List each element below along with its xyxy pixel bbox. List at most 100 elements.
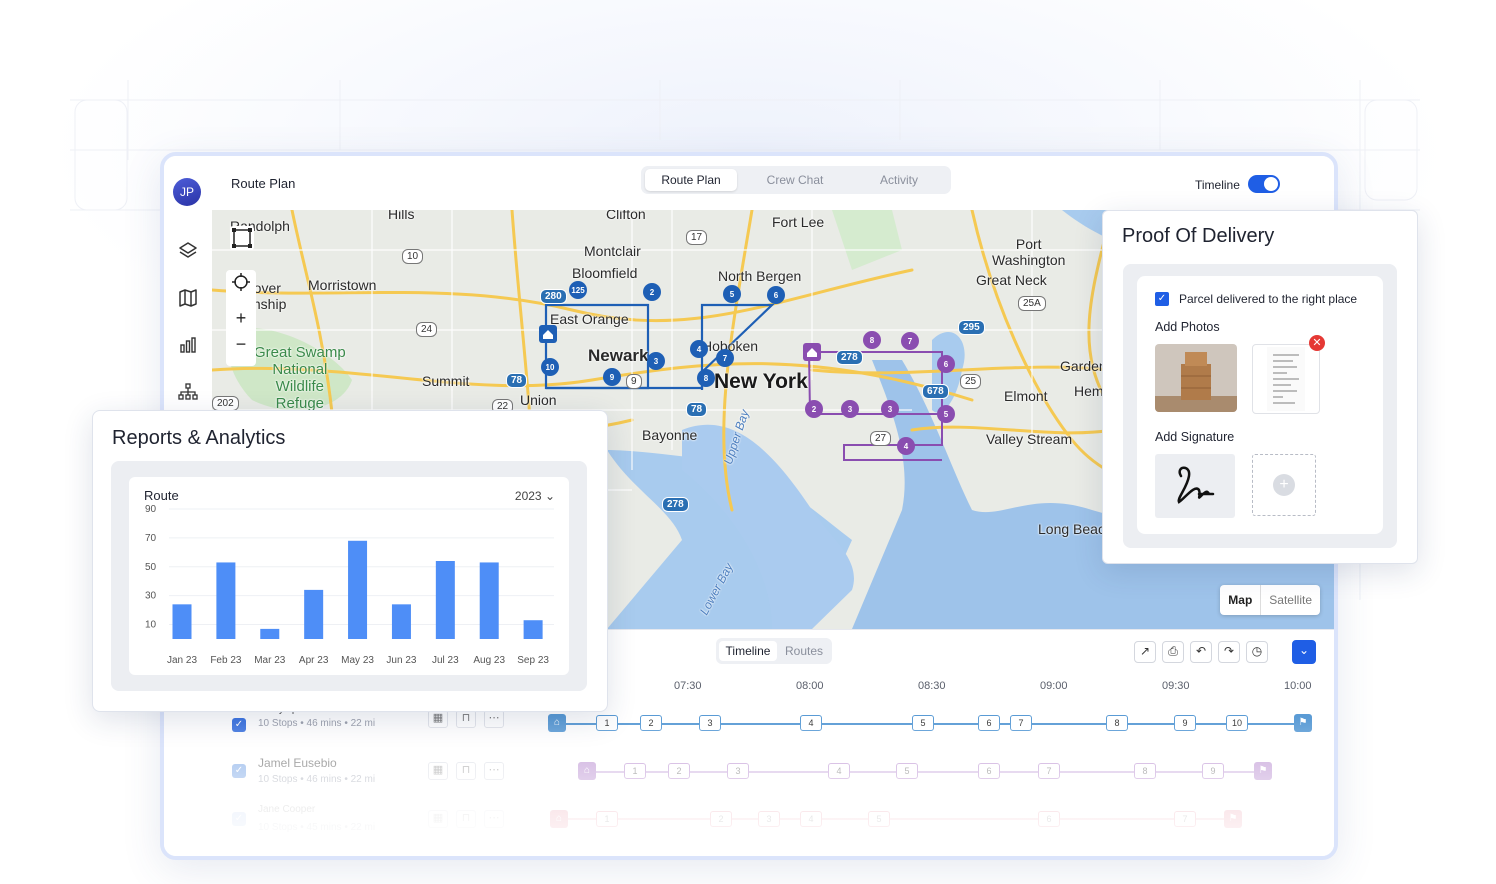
top-bar: Route Plan Route Plan Crew Chat Activity…	[212, 156, 1334, 210]
lock-icon[interactable]: ⊓	[456, 710, 476, 728]
timeline-view-tabs: Timeline Routes	[716, 638, 832, 664]
timeline-stop[interactable]: 7	[1010, 715, 1032, 731]
route-marker: 10	[541, 358, 559, 376]
receipt-photo[interactable]	[1252, 344, 1320, 414]
svg-text:2: 2	[812, 405, 817, 414]
timeline-stop[interactable]: 8	[1134, 763, 1156, 779]
timeline-stop[interactable]: 9	[1174, 715, 1196, 731]
bar[interactable]	[435, 561, 455, 639]
bar[interactable]	[391, 604, 411, 639]
print-icon[interactable]: ⎙	[1162, 641, 1184, 663]
x-tick-label: Feb 23	[210, 655, 242, 666]
route-marker: 7	[716, 349, 734, 367]
tab-route-plan[interactable]: Route Plan	[645, 169, 737, 191]
bar[interactable]	[260, 628, 280, 639]
timeline-stop[interactable]: 5	[868, 811, 890, 827]
timeline-toggle[interactable]	[1248, 175, 1280, 193]
timeline-stop[interactable]: 1	[596, 715, 618, 731]
tab-crew-chat[interactable]: Crew Chat	[749, 169, 841, 191]
avatar[interactable]: JP	[173, 178, 201, 206]
layers-icon[interactable]	[177, 240, 199, 262]
timeline-stop[interactable]: 6	[1038, 811, 1060, 827]
timeline-stop[interactable]: 8	[1106, 715, 1128, 731]
timeline-stop[interactable]: 5	[896, 763, 918, 779]
timeline-stop[interactable]: 3	[699, 715, 721, 731]
lock-icon[interactable]: ⊓	[456, 810, 476, 828]
select-area-icon[interactable]	[230, 226, 254, 250]
undo-icon[interactable]: ↶	[1190, 641, 1212, 663]
timeline-stop[interactable]: 4	[800, 715, 822, 731]
bar[interactable]	[523, 620, 543, 639]
timeline-stop[interactable]: 3	[758, 811, 780, 827]
tab-timeline[interactable]: Timeline	[719, 641, 777, 661]
home-icon: ⌂	[550, 810, 568, 828]
bar[interactable]	[304, 589, 324, 639]
driver-name: Jane Cooper	[258, 804, 316, 815]
driver-row[interactable]: ✓ Jamel Eusebio 10 Stops • 46 mins • 22 …	[232, 756, 504, 794]
home-icon: ⌂	[578, 762, 596, 780]
delivered-checkbox[interactable]: ✓	[1155, 292, 1169, 306]
chevron-down-icon[interactable]: ⌄	[1292, 640, 1316, 664]
timeline-track	[560, 818, 1232, 820]
calendar-icon[interactable]: ▦	[428, 810, 448, 828]
calendar-icon[interactable]: ▦	[428, 762, 448, 780]
route-marker: 3	[841, 400, 859, 418]
map-type-satellite[interactable]: Satellite	[1261, 585, 1320, 615]
timeline-stop[interactable]: 1	[596, 811, 618, 827]
add-signature-button[interactable]: +	[1252, 454, 1316, 516]
svg-text:5: 5	[730, 290, 735, 299]
more-icon[interactable]: ⋯	[484, 762, 504, 780]
timeline-stop[interactable]: 3	[727, 763, 749, 779]
y-tick-label: 10	[145, 620, 157, 631]
more-icon[interactable]: ⋯	[484, 710, 504, 728]
driver-checkbox[interactable]: ✓	[232, 764, 246, 778]
bar[interactable]	[172, 604, 192, 639]
driver-checkbox[interactable]: ✓	[232, 718, 246, 732]
hierarchy-icon[interactable]	[177, 381, 199, 403]
calendar-icon[interactable]: ▦	[428, 710, 448, 728]
export-icon[interactable]: ↗	[1134, 641, 1156, 663]
history-icon[interactable]: ◷	[1246, 641, 1268, 663]
time-label: 08:30	[918, 680, 946, 692]
signature-image[interactable]	[1155, 454, 1235, 518]
timeline-stop[interactable]: 4	[828, 763, 850, 779]
parcel-photo[interactable]	[1155, 344, 1237, 412]
timeline-stop[interactable]: 5	[912, 715, 934, 731]
zoom-out-button[interactable]: −	[229, 332, 253, 356]
x-tick-label: Apr 23	[299, 655, 329, 666]
timeline-stop[interactable]: 6	[978, 715, 1000, 731]
timeline-stop[interactable]: 2	[668, 763, 690, 779]
tab-routes[interactable]: Routes	[778, 641, 830, 661]
driver-meta: 10 Stops • 46 mins • 22 mi	[258, 774, 376, 785]
driver-row[interactable]: ✓ Benny Spanbauer 10 Stops • 46 mins • 2…	[232, 704, 504, 748]
redo-icon[interactable]: ↷	[1218, 641, 1240, 663]
driver-checkbox[interactable]: ✓	[232, 812, 246, 826]
bar[interactable]	[479, 562, 499, 639]
more-icon[interactable]: ⋯	[484, 810, 504, 828]
crosshair-icon[interactable]	[229, 270, 253, 294]
map-icon[interactable]	[177, 287, 199, 309]
timeline-stop[interactable]: 2	[640, 715, 662, 731]
y-tick-label: 70	[145, 533, 157, 544]
signature-label: Add Signature	[1155, 430, 1235, 444]
analytics-icon[interactable]	[177, 334, 199, 356]
tab-activity[interactable]: Activity	[853, 169, 945, 191]
map-type-map[interactable]: Map	[1220, 585, 1262, 615]
svg-text:125: 125	[571, 286, 585, 295]
lock-icon[interactable]: ⊓	[456, 762, 476, 780]
zoom-in-button[interactable]: +	[229, 306, 253, 330]
bar[interactable]	[216, 562, 236, 639]
timeline-stop[interactable]: 1	[624, 763, 646, 779]
driver-row[interactable]: ✓ Jane Cooper 10 Stops • 45 mins • 22 mi…	[232, 804, 504, 842]
home-marker	[803, 343, 821, 361]
timeline-stop[interactable]: 6	[978, 763, 1000, 779]
timeline-stop[interactable]: 9	[1202, 763, 1224, 779]
timeline-stop[interactable]: 2	[710, 811, 732, 827]
timeline-stop[interactable]: 4	[800, 811, 822, 827]
timeline-stop[interactable]: 10	[1226, 715, 1248, 731]
timeline-stop[interactable]: 7	[1174, 811, 1196, 827]
bar[interactable]	[348, 540, 368, 639]
pod-title: Proof Of Delivery	[1122, 225, 1275, 247]
timeline-stop[interactable]: 7	[1038, 763, 1060, 779]
remove-photo-button[interactable]: ✕	[1309, 335, 1325, 351]
